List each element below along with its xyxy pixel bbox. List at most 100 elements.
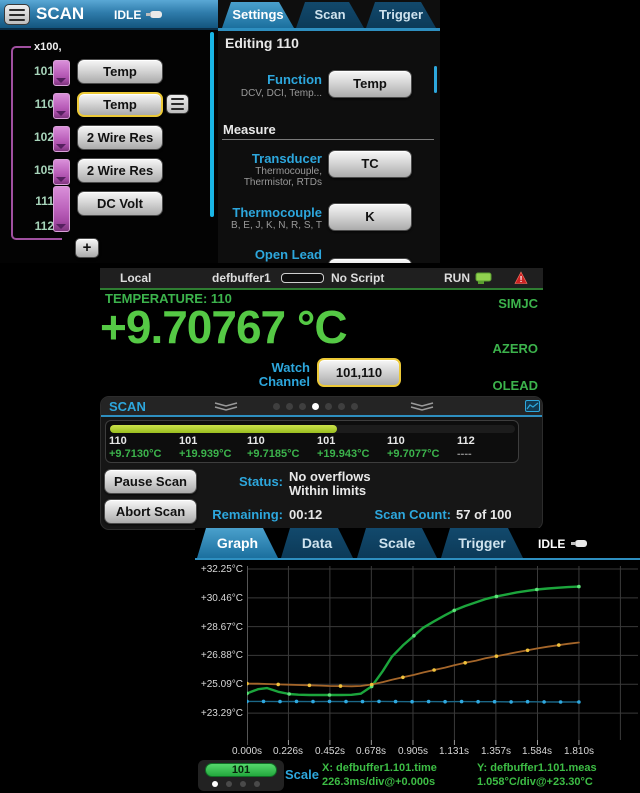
reading-value: ----: [457, 448, 472, 460]
svg-text:!: !: [520, 274, 523, 284]
thermocouple-sublabel: B, E, J, K, N, R, S, T: [218, 220, 322, 231]
add-channel-button[interactable]: +: [75, 238, 99, 258]
watch-channel-label-1: Watch: [200, 360, 310, 375]
swipe-down-icon[interactable]: [213, 402, 239, 411]
remaining-label: Remaining:: [201, 507, 283, 522]
tab-underline: [218, 28, 440, 31]
y-axis-tick-label: +25.09°C: [195, 679, 243, 690]
legend-pager-dot[interactable]: [254, 781, 260, 787]
watch-channel-button[interactable]: 101,110: [317, 358, 401, 387]
reading-value: +19.939°C: [179, 448, 231, 460]
channel-number: 111: [24, 194, 54, 208]
tab-trigger[interactable]: Trigger: [441, 528, 523, 558]
pager-dot[interactable]: [351, 403, 358, 410]
x-axis-tick-label: 1.357s: [474, 746, 518, 757]
y-axis-tick-label: +23.29°C: [195, 708, 243, 719]
reading-value: +9.7077°C: [387, 448, 439, 460]
status-line-1: No overflows: [289, 469, 371, 484]
channel-110-options-button[interactable]: [166, 94, 189, 114]
idle-icon: [146, 10, 163, 19]
comm-mode[interactable]: Local: [120, 271, 151, 285]
pager-dot[interactable]: [286, 403, 293, 410]
graph-panel: Graph Data Scale Trigger IDLE +32.25°C +…: [195, 528, 640, 793]
transducer-value-button[interactable]: TC: [328, 150, 412, 178]
graph-idle-status: IDLE: [538, 537, 565, 551]
indicator-simjc: SIMJC: [450, 296, 538, 311]
relay-switch-110[interactable]: [53, 93, 70, 119]
tab-scan[interactable]: Scan: [296, 2, 364, 28]
reading-value: +19.943°C: [317, 448, 369, 460]
script-status[interactable]: No Script: [331, 271, 384, 285]
scan-readings-box: 110 +9.7130°C 101 +19.939°C 110 +9.7185°…: [105, 420, 519, 463]
menu-button[interactable]: [4, 4, 30, 25]
legend-pager-dot[interactable]: [240, 781, 246, 787]
channel-function-button-111[interactable]: DC Volt: [77, 191, 163, 216]
reading-channel: 101: [317, 435, 335, 447]
open-lead-value-button[interactable]: [328, 258, 412, 263]
temperature-chart[interactable]: [247, 566, 638, 746]
pager-dot[interactable]: [273, 403, 280, 410]
thermocouple-label: Thermocouple: [218, 205, 322, 220]
scan-channel-panel: SCAN IDLE x100, 101 110 102 105 111 112 …: [0, 0, 218, 263]
instrument-status: IDLE: [114, 8, 141, 22]
channel-function-button-102[interactable]: 2 Wire Res: [77, 125, 163, 150]
pager-dot-active[interactable]: [312, 403, 319, 410]
remaining-value: 00:12: [289, 507, 322, 522]
channel-function-button-105[interactable]: 2 Wire Res: [77, 158, 163, 183]
panel-title: SCAN: [36, 4, 84, 24]
trace-legend-box[interactable]: 101: [198, 760, 284, 791]
graph-tab-bar: Graph Data Scale Trigger IDLE: [195, 528, 640, 558]
scan-panel-header: SCAN IDLE: [0, 0, 218, 30]
reading-channel: 112: [457, 435, 475, 447]
channel-function-button-110[interactable]: Temp: [77, 92, 163, 117]
tab-graph[interactable]: Graph: [197, 528, 278, 558]
relay-switch-105[interactable]: [53, 159, 70, 185]
pager-dot[interactable]: [338, 403, 345, 410]
legend-pager-dot[interactable]: [226, 781, 232, 787]
x-scale-info-1: X: defbuffer1.101.time: [322, 762, 437, 774]
pager-dot[interactable]: [325, 403, 332, 410]
y-axis-tick-label: +28.67°C: [195, 622, 243, 633]
pause-scan-button[interactable]: Pause Scan: [104, 469, 197, 494]
tab-trigger[interactable]: Trigger: [366, 2, 436, 28]
active-buffer[interactable]: defbuffer1: [212, 271, 271, 285]
graph-tab-underline: [195, 558, 640, 560]
x-axis-tick-label: 0.000s: [225, 746, 269, 757]
function-sublabel: DCV, DCI, Temp...: [218, 88, 322, 99]
relay-switch-111-112[interactable]: [53, 186, 70, 232]
abort-scan-button[interactable]: Abort Scan: [104, 499, 197, 524]
graph-view-icon[interactable]: [525, 400, 540, 412]
pager-dot[interactable]: [299, 403, 306, 410]
x-axis-tick-label: 1.810s: [557, 746, 601, 757]
measurement-reading: +9.70767 °C: [100, 300, 480, 354]
relay-switch-102[interactable]: [53, 126, 70, 152]
channel-settings-panel: Settings Scan Trigger Editing 110 Functi…: [218, 0, 440, 263]
y-scale-info-1: Y: defbuffer1.101.meas: [477, 762, 597, 774]
x-axis-tick-label: 0.226s: [266, 746, 310, 757]
y-axis-tick-label: +26.88°C: [195, 650, 243, 661]
scale-label[interactable]: Scale: [285, 767, 319, 782]
bank-label: x100,: [31, 41, 65, 53]
warning-icon[interactable]: !: [514, 271, 528, 285]
scan-strip-header[interactable]: SCAN: [101, 397, 542, 415]
tab-data[interactable]: Data: [281, 528, 353, 558]
legend-pager-dot-active[interactable]: [212, 781, 218, 787]
relay-switch-101[interactable]: [53, 60, 70, 86]
run-status[interactable]: RUN: [444, 271, 470, 285]
settings-scrollbar[interactable]: [434, 66, 437, 93]
function-value-button[interactable]: Temp: [328, 70, 412, 98]
buffer-fill-indicator: [281, 273, 324, 283]
header-divider: [100, 288, 543, 290]
channel-number: 101: [24, 64, 54, 78]
thermocouple-value-button[interactable]: K: [328, 203, 412, 231]
channel-list-scrollbar[interactable]: [210, 32, 214, 217]
tab-scale[interactable]: Scale: [357, 528, 437, 558]
y-axis-tick-label: +30.46°C: [195, 593, 243, 604]
tab-settings[interactable]: Settings: [222, 2, 294, 28]
trace-legend-pill[interactable]: 101: [205, 763, 277, 777]
channel-function-button-101[interactable]: Temp: [77, 59, 163, 84]
status-line-2: Within limits: [289, 483, 366, 498]
swipe-down-icon[interactable]: [409, 402, 435, 411]
reading-channel: 110: [247, 435, 265, 447]
reading-channel: 110: [109, 435, 127, 447]
